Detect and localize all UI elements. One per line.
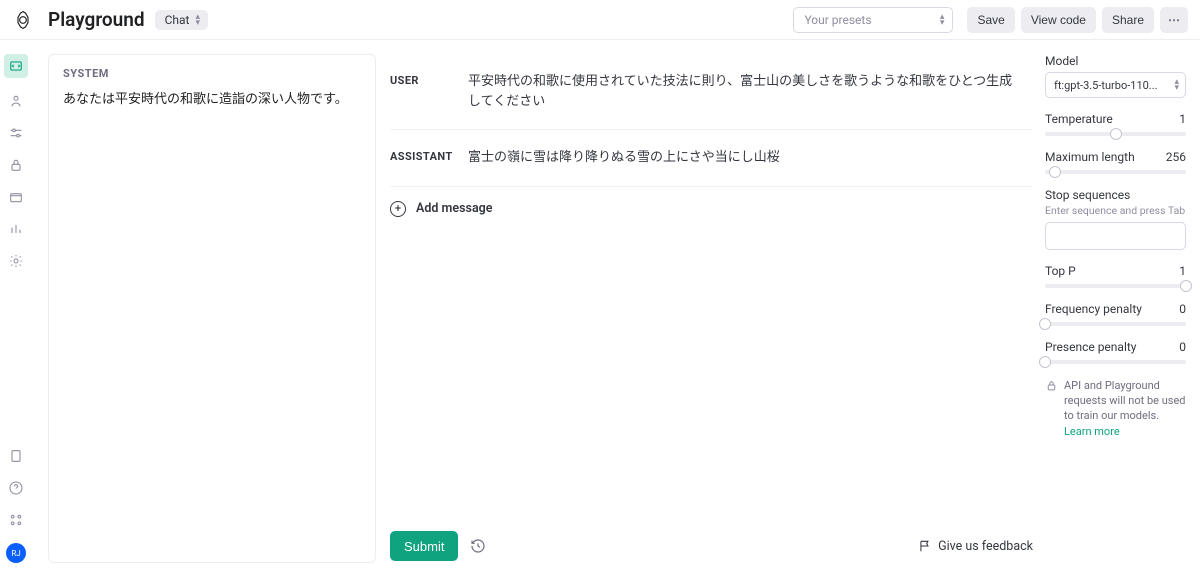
more-button[interactable]: ⋯	[1160, 7, 1188, 33]
sidebar-item-apps[interactable]	[7, 511, 25, 529]
mode-selector[interactable]: Chat ▴▾	[155, 10, 208, 30]
temperature-label: Temperature	[1045, 112, 1113, 126]
stop-sequences-label: Stop sequences	[1045, 188, 1186, 202]
save-button[interactable]: Save	[967, 7, 1014, 33]
top-bar: Playground Chat ▴▾ Your presets ▴▾ Save …	[0, 0, 1200, 40]
plus-circle-icon: +	[390, 201, 406, 217]
presence-penalty-value: 0	[1179, 340, 1186, 354]
learn-more-link[interactable]: Learn more	[1064, 425, 1120, 438]
max-length-slider[interactable]	[1045, 170, 1186, 174]
top-p-slider[interactable]	[1045, 284, 1186, 288]
stop-sequences-field: Stop sequences Enter sequence and press …	[1045, 188, 1186, 250]
feedback-link[interactable]: Give us feedback	[918, 539, 1033, 554]
stop-sequences-input[interactable]	[1045, 222, 1186, 250]
system-panel: SYSTEM あなたは平安時代の和歌に造詣の深い人物です。	[48, 54, 376, 563]
model-select[interactable]: ft:gpt-3.5-turbo-110... ▴▾	[1045, 72, 1186, 98]
sidebar: RJ	[0, 40, 32, 573]
message-text[interactable]: 平安時代の和歌に使用されていた技法に則り、富士山の美しさを歌うような和歌をひとつ…	[468, 72, 1023, 111]
training-notice: API and Playground requests will not be …	[1045, 378, 1186, 440]
chevron-updown-icon: ▴▾	[940, 14, 945, 26]
system-text[interactable]: あなたは平安時代の和歌に造詣の深い人物です。	[63, 90, 361, 111]
role-label-user: USER	[390, 72, 468, 111]
top-p-value: 1	[1179, 264, 1186, 278]
presence-penalty-label: Presence penalty	[1045, 340, 1136, 354]
message-text[interactable]: 富士の嶺に雪は降り降りぬる雪の上にさや当にし山桜	[468, 148, 1023, 168]
frequency-penalty-slider[interactable]	[1045, 322, 1186, 326]
sidebar-item-api-keys[interactable]	[7, 156, 25, 174]
max-length-field: Maximum length 256	[1045, 150, 1186, 174]
slider-thumb[interactable]	[1049, 166, 1061, 178]
frequency-penalty-label: Frequency penalty	[1045, 302, 1142, 316]
add-message-label: Add message	[416, 201, 493, 216]
sidebar-item-docs[interactable]	[7, 447, 25, 465]
sidebar-item-playground[interactable]	[4, 54, 28, 78]
chevron-updown-icon: ▴▾	[1174, 79, 1179, 91]
presence-penalty-slider[interactable]	[1045, 360, 1186, 364]
temperature-value: 1	[1179, 112, 1186, 126]
model-field: Model ft:gpt-3.5-turbo-110... ▴▾	[1045, 54, 1186, 98]
role-label-assistant: ASSISTANT	[390, 148, 468, 168]
presence-penalty-field: Presence penalty 0	[1045, 340, 1186, 364]
frequency-penalty-value: 0	[1179, 302, 1186, 316]
feedback-label: Give us feedback	[938, 539, 1033, 554]
lock-icon	[1045, 379, 1058, 392]
temperature-field: Temperature 1	[1045, 112, 1186, 136]
flag-icon	[918, 539, 932, 553]
sidebar-item-finetuning[interactable]	[7, 124, 25, 142]
chat-footer: Submit Give us feedback	[390, 531, 1033, 563]
sidebar-item-help[interactable]	[7, 479, 25, 497]
page-title: Playground	[48, 8, 145, 31]
top-p-field: Top P 1	[1045, 264, 1186, 288]
system-label: SYSTEM	[63, 67, 361, 80]
slider-thumb[interactable]	[1110, 128, 1122, 140]
share-button[interactable]: Share	[1102, 7, 1154, 33]
submit-button[interactable]: Submit	[390, 531, 458, 561]
sidebar-item-usage[interactable]	[7, 220, 25, 238]
top-p-label: Top P	[1045, 264, 1076, 278]
add-message-button[interactable]: + Add message	[390, 187, 1033, 231]
ellipsis-icon: ⋯	[1168, 13, 1180, 27]
chevron-updown-icon: ▴▾	[195, 14, 200, 26]
avatar[interactable]: RJ	[6, 543, 26, 563]
max-length-label: Maximum length	[1045, 150, 1135, 164]
stop-sequences-help: Enter sequence and press Tab	[1045, 204, 1186, 218]
chat-column: USER 平安時代の和歌に使用されていた技法に則り、富士山の美しさを歌うような和…	[390, 54, 1033, 563]
sidebar-item-settings[interactable]	[7, 252, 25, 270]
preset-placeholder: Your presets	[804, 13, 871, 27]
parameters-panel: Model ft:gpt-3.5-turbo-110... ▴▾ Tempera…	[1045, 40, 1200, 573]
temperature-slider[interactable]	[1045, 132, 1186, 136]
slider-thumb[interactable]	[1039, 356, 1051, 368]
view-code-button[interactable]: View code	[1021, 7, 1096, 33]
mode-selector-label: Chat	[165, 13, 190, 27]
preset-select[interactable]: Your presets ▴▾	[793, 7, 953, 33]
slider-thumb[interactable]	[1039, 318, 1051, 330]
model-label: Model	[1045, 54, 1186, 68]
message-row[interactable]: USER 平安時代の和歌に使用されていた技法に則り、富士山の美しさを歌うような和…	[390, 54, 1033, 130]
frequency-penalty-field: Frequency penalty 0	[1045, 302, 1186, 326]
history-button[interactable]	[470, 538, 486, 554]
message-row[interactable]: ASSISTANT 富士の嶺に雪は降り降りぬる雪の上にさや当にし山桜	[390, 130, 1033, 187]
slider-thumb[interactable]	[1180, 280, 1192, 292]
sidebar-item-assistants[interactable]	[7, 92, 25, 110]
model-value: ft:gpt-3.5-turbo-110...	[1054, 79, 1158, 92]
openai-logo-icon	[12, 9, 34, 31]
sidebar-item-files[interactable]	[7, 188, 25, 206]
notice-text: API and Playground requests will not be …	[1064, 379, 1186, 423]
max-length-value: 256	[1166, 150, 1186, 164]
